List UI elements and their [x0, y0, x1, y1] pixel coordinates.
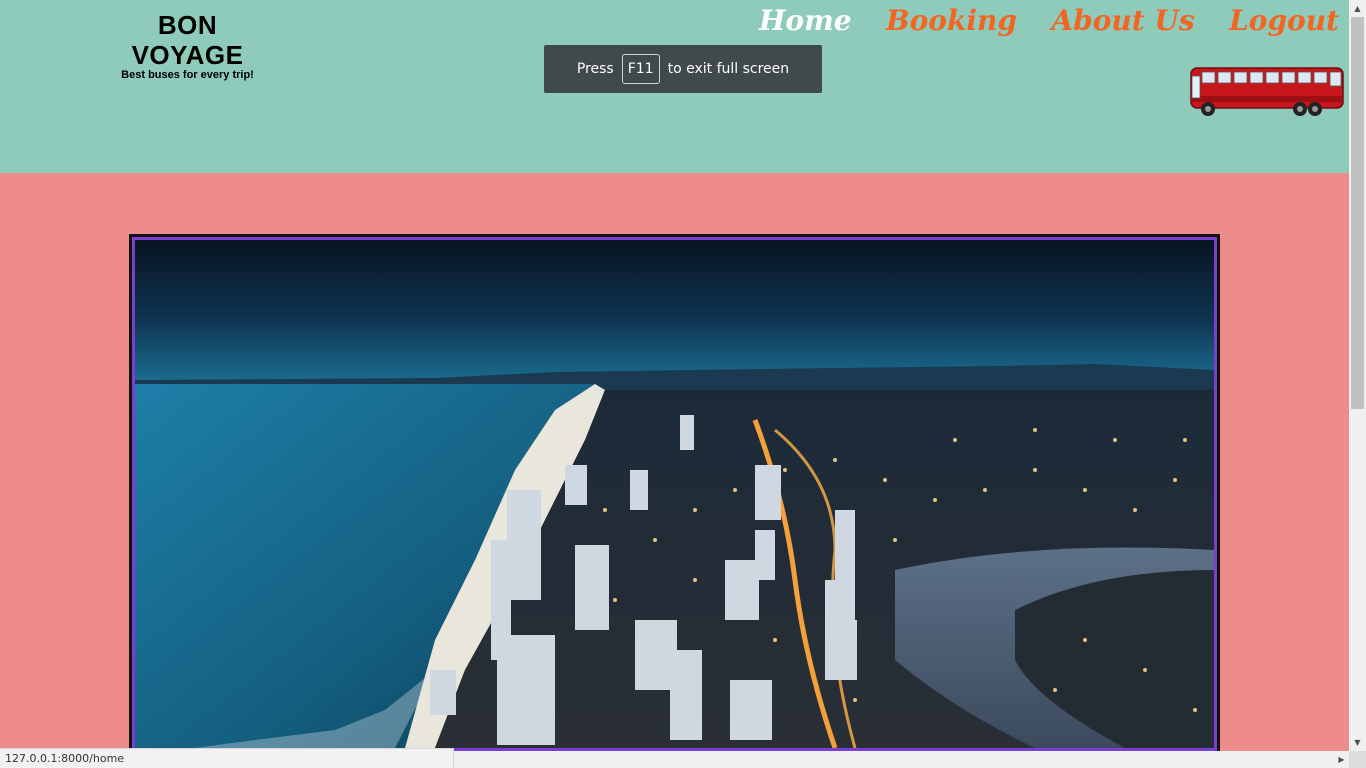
vertical-scrollbar[interactable]: ▲ ▼	[1349, 0, 1366, 751]
scroll-thumb[interactable]	[1351, 17, 1364, 409]
brand-tagline: Best buses for every trip!	[121, 69, 254, 81]
toast-suffix: to exit full screen	[667, 61, 790, 77]
nav-about-link[interactable]: About Us	[1051, 2, 1194, 40]
main-nav: Home Booking About Us Logout	[729, 2, 1339, 42]
nav-booking-link[interactable]: Booking	[886, 2, 1017, 40]
nav-home-link[interactable]: Home	[759, 2, 852, 40]
brand[interactable]: BON VOYAGE Best buses for every trip!	[100, 10, 275, 81]
chevron-down-icon[interactable]: ▼	[1349, 734, 1366, 751]
toast-key: F11	[621, 54, 660, 84]
bus-icon	[1188, 66, 1346, 118]
horizontal-scrollbar[interactable]	[454, 751, 1349, 768]
brand-title: BON VOYAGE	[131, 10, 244, 70]
chevron-right-icon[interactable]: ▶	[1334, 751, 1349, 768]
hero-image	[132, 237, 1217, 751]
chevron-up-icon[interactable]: ▲	[1349, 0, 1366, 17]
scrollbar-corner	[1349, 751, 1366, 768]
nav-logout-link[interactable]: Logout	[1229, 2, 1339, 40]
toast-prefix: Press	[576, 61, 614, 77]
status-bar-url: 127.0.0.1:8000/home	[0, 748, 454, 768]
fullscreen-toast: Press F11 to exit full screen	[544, 45, 822, 93]
hero-frame	[129, 234, 1220, 754]
hero-image-picture	[135, 240, 1214, 748]
